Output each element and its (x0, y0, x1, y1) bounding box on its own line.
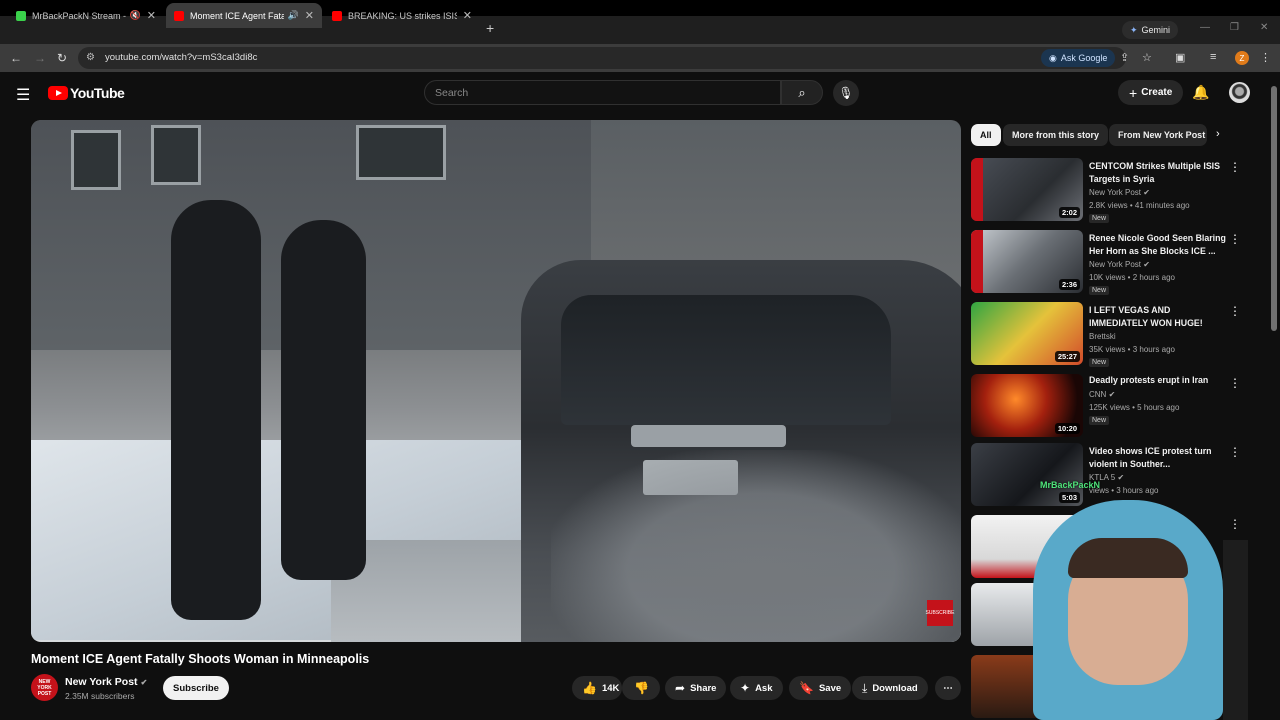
more-vertical-icon[interactable]: ⋮ (1229, 376, 1241, 390)
video-thumbnail[interactable]: 25:27 (971, 302, 1083, 365)
close-tab-icon[interactable]: ✕ (463, 9, 472, 22)
search-input[interactable] (425, 81, 780, 104)
channel-avatar[interactable]: NEW YORK POST (31, 674, 58, 701)
video-frame-figure-2 (281, 220, 366, 580)
dislike-button[interactable]: 👎 (622, 676, 660, 700)
youtube-play-icon (48, 86, 68, 100)
bookmark-star-icon[interactable]: ☆ (1142, 51, 1152, 64)
back-icon[interactable]: ← (10, 51, 22, 65)
chevron-right-icon[interactable]: › (1216, 128, 1220, 140)
browser-profile-avatar[interactable]: Z (1235, 51, 1249, 65)
tab-breaking-news[interactable]: BREAKING: US strikes ISIS in Sy ✕ (324, 3, 480, 28)
side-panel-icon[interactable]: ▣ (1175, 51, 1185, 64)
search-icon: ⌕ (798, 84, 806, 100)
recommendation-item[interactable]: 10:20 Deadly protests erupt in Iran CNN … (971, 374, 1271, 438)
recommendation-item[interactable]: 25:27 I LEFT VEGAS AND IMMEDIATELY WON H… (971, 302, 1271, 367)
gemini-button[interactable]: ✦ Gemini (1122, 21, 1179, 39)
more-vertical-icon[interactable]: ⋮ (1229, 160, 1241, 174)
microphone-icon: 🎙 (838, 86, 854, 100)
chip-all[interactable]: All (971, 124, 1001, 146)
video-title: Moment ICE Agent Fatally Shoots Woman in… (31, 652, 370, 666)
webcam-overlay (1013, 500, 1248, 720)
youtube-favicon-icon (174, 10, 184, 21)
video-frame-exhaust (551, 450, 961, 642)
download-button[interactable]: ⤓ Download (852, 676, 928, 700)
youtube-favicon-icon (332, 10, 342, 21)
share-button[interactable]: ➦ Share (665, 676, 727, 700)
new-tab-button[interactable]: + (486, 20, 494, 36)
browser-menu-icon[interactable]: ⋮ (1260, 51, 1271, 64)
chip-from-new-york-post[interactable]: From New York Post (1109, 124, 1207, 146)
save-button[interactable]: 🔖 Save (789, 676, 852, 700)
hamburger-menu-icon[interactable]: ☰ (16, 85, 30, 105)
verified-icon: ✔ (1143, 260, 1150, 269)
youtube-logo[interactable]: YouTube (48, 85, 125, 101)
stream-overlay-text: MrBackPackN (1040, 480, 1101, 490)
omnibox[interactable]: ⚙ youtube.com/watch?v=mS3caI3di8c (78, 47, 1126, 69)
video-thumbnail[interactable]: 2:02 (971, 158, 1083, 221)
audio-playing-icon[interactable]: 🔊 (288, 10, 299, 21)
site-info-icon[interactable]: ⚙ (86, 52, 95, 63)
close-tab-icon[interactable]: ✕ (147, 9, 156, 22)
youtube-header: ☰ YouTube ⌕ 🎙 +Create 🔔 (0, 72, 1280, 114)
search-box[interactable] (424, 80, 781, 105)
account-avatar[interactable] (1229, 82, 1250, 103)
bookmark-icon: 🔖 (799, 681, 814, 695)
more-vertical-icon[interactable]: ⋮ (1229, 304, 1241, 318)
recommendation-item[interactable]: 2:36 Renee Nicole Good Seen Blaring Her … (971, 230, 1271, 295)
install-app-icon[interactable]: ⇪ (1120, 51, 1129, 64)
close-window-icon[interactable]: ✕ (1260, 22, 1268, 33)
download-icon: ⤓ (862, 680, 868, 695)
minimize-icon[interactable]: — (1200, 22, 1210, 33)
more-vertical-icon[interactable]: ⋮ (1229, 445, 1241, 459)
sparkle-icon: ✦ (740, 681, 751, 695)
voice-search-button[interactable]: 🎙 (833, 80, 859, 106)
forward-icon[interactable]: → (34, 51, 46, 65)
tab-stream[interactable]: MrBackPackN Stream - Wa 🔇 ✕ (8, 3, 164, 28)
google-lens-icon: ◉ (1049, 52, 1057, 63)
ask-google-button[interactable]: ◉ Ask Google (1041, 49, 1116, 67)
plus-icon: + (1129, 84, 1138, 101)
thumbs-up-icon: 👍 (582, 681, 597, 695)
video-thumbnail[interactable]: 10:20 (971, 374, 1083, 437)
more-actions-button[interactable]: ⋯ (935, 676, 961, 700)
more-horizontal-icon: ⋯ (943, 682, 953, 694)
recommendation-item[interactable]: 2:02 CENTCOM Strikes Multiple ISIS Targe… (971, 158, 1271, 223)
create-button[interactable]: + Create (1118, 80, 1184, 105)
gemini-icon: ✦ (1130, 24, 1138, 35)
recommendation-item[interactable]: 5:03 Video shows ICE protest turn violen… (971, 443, 1271, 507)
video-player[interactable]: SUBSCRIBE (31, 120, 961, 642)
notifications-bell-icon[interactable]: 🔔 (1192, 84, 1209, 101)
thumbs-down-icon: 👎 (634, 681, 649, 695)
verified-icon: ✔ (140, 678, 148, 687)
channel-name[interactable]: New York Post ✔ (65, 676, 147, 688)
subscriber-count: 2.35M subscribers (65, 691, 135, 701)
tab-current-video[interactable]: Moment ICE Agent Fatally S 🔊 ✕ (166, 3, 322, 28)
maximize-icon[interactable]: ❐ (1230, 22, 1239, 33)
verified-icon: ✔ (1117, 473, 1125, 482)
close-tab-icon[interactable]: ✕ (305, 9, 314, 22)
subscribe-watermark[interactable]: SUBSCRIBE (926, 600, 954, 626)
video-frame-figure-1 (171, 200, 261, 620)
like-button[interactable]: 👍 14K (572, 676, 622, 700)
video-thumbnail[interactable]: 5:03 (971, 443, 1083, 506)
reload-icon[interactable]: ↻ (57, 51, 67, 65)
share-arrow-icon: ➦ (675, 681, 686, 695)
muted-icon[interactable]: 🔇 (130, 10, 141, 21)
media-controls-icon[interactable]: ≡ (1210, 51, 1216, 63)
subscribe-button[interactable]: Subscribe (163, 676, 229, 700)
chip-more-from-story[interactable]: More from this story (1003, 124, 1109, 146)
verified-icon: ✔ (1108, 390, 1116, 399)
search-button[interactable]: ⌕ (781, 80, 823, 105)
ask-button[interactable]: ✦ Ask (730, 676, 783, 700)
verified-icon: ✔ (1143, 188, 1150, 197)
more-vertical-icon[interactable]: ⋮ (1229, 232, 1241, 246)
page-scrollbar[interactable] (1271, 86, 1277, 331)
video-thumbnail[interactable]: 2:36 (971, 230, 1083, 293)
kick-favicon-icon (16, 10, 26, 21)
